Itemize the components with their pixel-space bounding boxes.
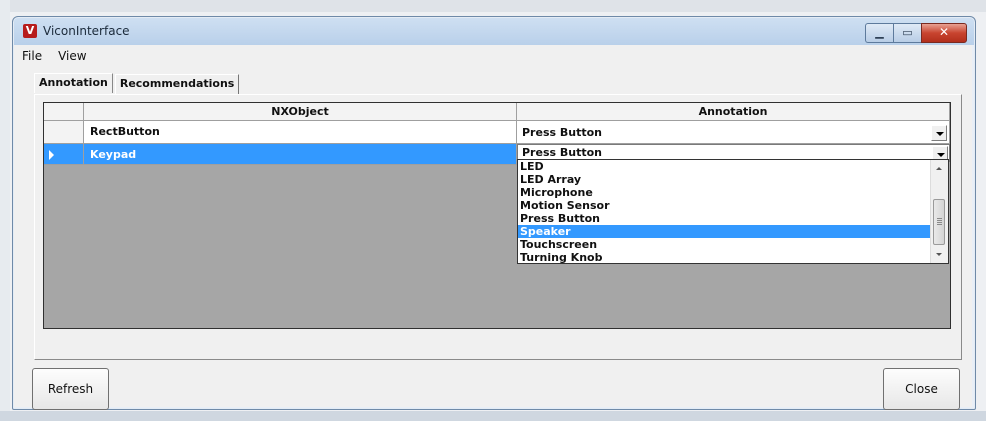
window-title: ViconInterface	[43, 24, 130, 38]
option-press-button[interactable]: Press Button	[518, 212, 948, 225]
grip-icon	[937, 218, 942, 225]
refresh-button[interactable]: Refresh	[32, 368, 109, 410]
annotation-dropdown-list[interactable]: LED LED Array Microphone Motion Sensor P…	[517, 159, 949, 264]
option-speaker[interactable]: Speaker	[518, 225, 948, 238]
grid-corner-header	[44, 103, 84, 121]
desktop-background-left	[0, 0, 10, 421]
header-annotation[interactable]: Annotation	[517, 103, 950, 121]
scrollbar-thumb[interactable]	[933, 199, 945, 245]
close-window-button[interactable]: ✕	[921, 23, 967, 43]
close-icon: ✕	[938, 25, 950, 39]
cell-annotation-row1: Press Button	[517, 121, 950, 144]
app-icon: V	[23, 24, 37, 38]
maximize-button[interactable]: ▭	[893, 23, 921, 43]
desktop-background-bottom	[0, 411, 986, 421]
chevron-down-icon[interactable]	[931, 125, 947, 141]
scroll-down-icon[interactable]	[931, 246, 948, 263]
window-client-area: File View Annotation Recommendations NXO…	[14, 45, 972, 410]
caption-buttons: ▁ ▭ ✕	[865, 23, 967, 43]
tab-annotation[interactable]: Annotation	[34, 73, 113, 93]
menu-view[interactable]: View	[50, 45, 94, 67]
cell-object-rectbutton[interactable]: RectButton	[84, 121, 517, 144]
option-led[interactable]: LED	[518, 160, 948, 173]
dropdown-scrollbar[interactable]	[930, 160, 948, 263]
maximize-icon: ▭	[902, 26, 913, 39]
tab-strip: Annotation Recommendations	[34, 73, 240, 94]
minimize-button[interactable]: ▁	[865, 23, 893, 43]
menu-bar: File View	[14, 45, 972, 67]
header-nxobject[interactable]: NXObject	[84, 103, 517, 121]
cell-object-keypad[interactable]: Keypad	[84, 144, 517, 165]
annotation-combobox-row1[interactable]: Press Button	[517, 123, 949, 143]
row-header-1[interactable]	[44, 121, 84, 144]
title-bar[interactable]: V ViconInterface ▁ ▭ ✕	[13, 17, 975, 45]
option-motion-sensor[interactable]: Motion Sensor	[518, 199, 948, 212]
desktop-background-top	[0, 0, 986, 12]
current-row-icon	[49, 150, 54, 160]
row-header-2[interactable]	[44, 144, 84, 165]
minimize-icon: ▁	[875, 26, 884, 39]
vicon-interface-window: V ViconInterface ▁ ▭ ✕ File View Annotat…	[12, 16, 976, 410]
scroll-up-icon[interactable]	[931, 160, 948, 177]
annotation-grid[interactable]: NXObject Annotation RectButton Press But…	[43, 102, 951, 329]
annotation-tab-page: NXObject Annotation RectButton Press But…	[34, 94, 962, 360]
annotation-value-row1: Press Button	[522, 126, 602, 139]
annotation-value-row2: Press Button	[522, 146, 602, 159]
option-turning-knob[interactable]: Turning Knob	[518, 251, 948, 263]
option-touchscreen[interactable]: Touchscreen	[518, 238, 948, 251]
option-microphone[interactable]: Microphone	[518, 186, 948, 199]
chevron-down-icon[interactable]	[932, 146, 948, 160]
close-button[interactable]: Close	[883, 368, 960, 410]
tab-recommendations[interactable]: Recommendations	[114, 74, 240, 94]
option-led-array[interactable]: LED Array	[518, 173, 948, 186]
menu-file[interactable]: File	[14, 45, 50, 67]
